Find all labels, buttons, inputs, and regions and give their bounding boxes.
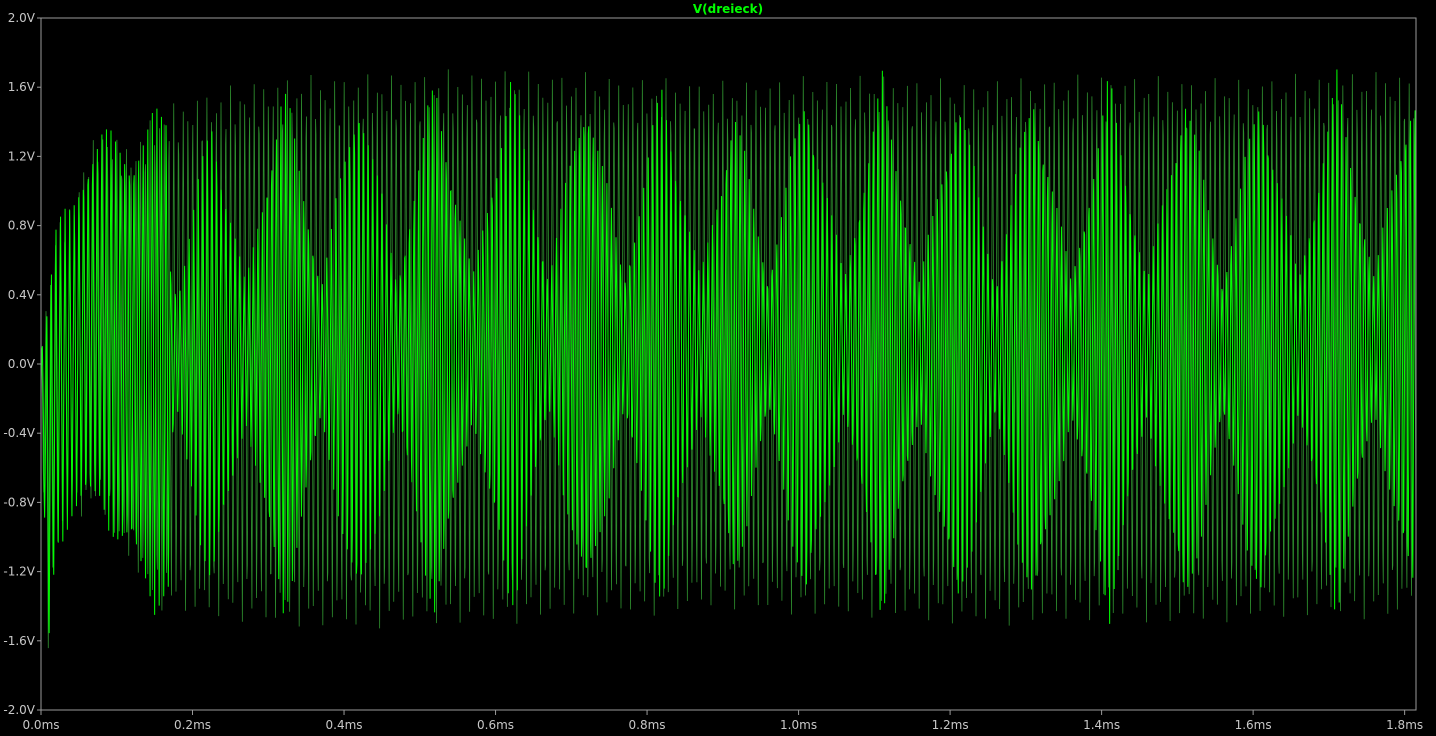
- x-tick-label: 0.0ms: [22, 718, 59, 732]
- y-tick-label: 1.2V: [8, 149, 36, 163]
- y-tick-label: 0.4V: [8, 288, 36, 302]
- y-tick-label: -1.2V: [3, 565, 35, 579]
- x-tick-label: 0.6ms: [477, 718, 514, 732]
- x-tick-label: 1.8ms: [1386, 718, 1423, 732]
- trace-legend-label[interactable]: V(dreieck): [693, 2, 763, 16]
- x-tick-label: 0.4ms: [326, 718, 363, 732]
- waveform-plot: 0.0ms 0.2ms 0.4ms 0.6ms 0.8ms 1.0ms 1.2ms 1.4ms…: [0, 0, 1436, 736]
- x-tick-label: 1.0ms: [780, 718, 817, 732]
- y-tick-label: 0.0V: [8, 357, 36, 371]
- x-tick-label: 1.6ms: [1235, 718, 1272, 732]
- y-tick-label: -0.4V: [3, 426, 35, 440]
- x-tick-label: 0.2ms: [174, 718, 211, 732]
- y-tick-label: -1.6V: [3, 634, 35, 648]
- y-tick-label: -0.8V: [3, 495, 35, 509]
- x-tick-label: 0.8ms: [629, 718, 666, 732]
- y-tick-label: -2.0V: [3, 703, 35, 717]
- y-tick-label: 1.6V: [8, 80, 36, 94]
- y-tick-label: 0.8V: [8, 219, 36, 233]
- y-tick-label: 2.0V: [8, 11, 36, 25]
- x-tick-label: 1.4ms: [1083, 718, 1120, 732]
- x-tick-label: 1.2ms: [932, 718, 969, 732]
